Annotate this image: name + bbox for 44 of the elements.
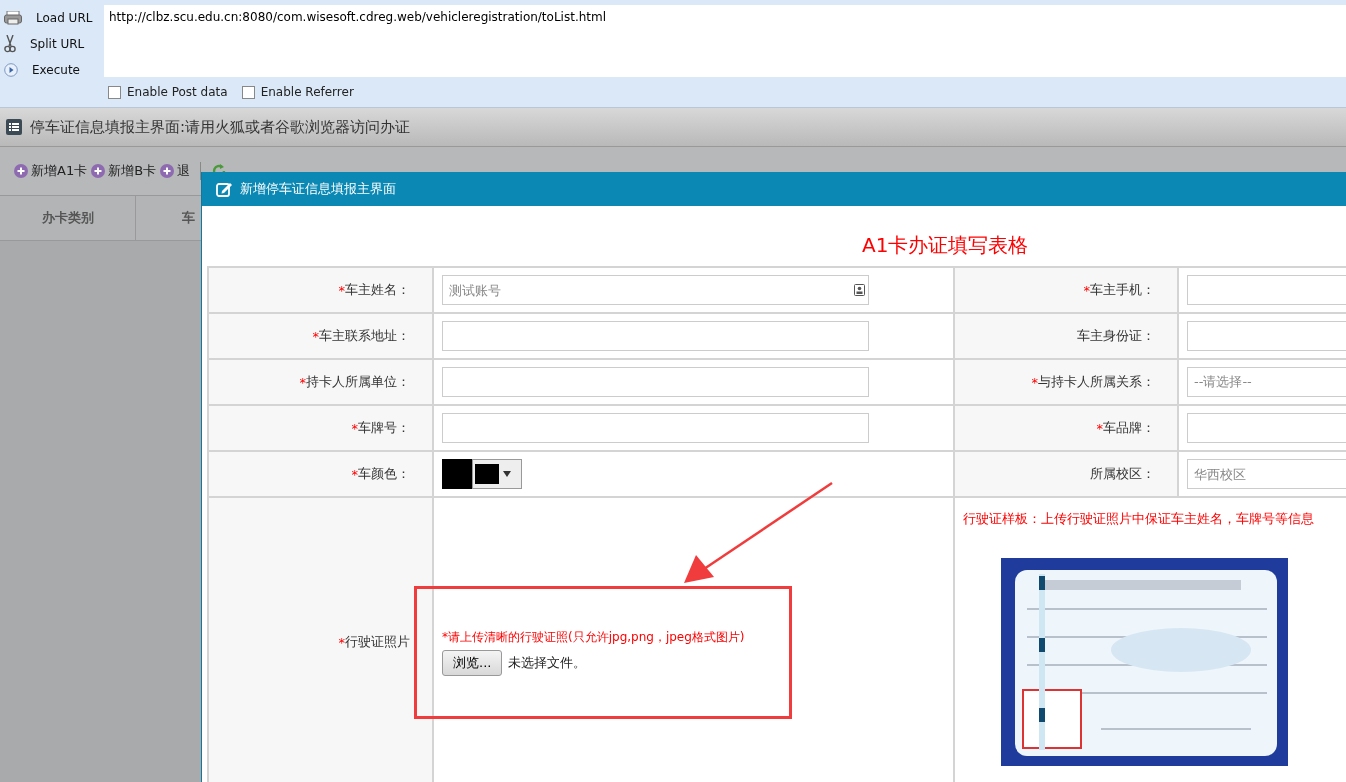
- field-label: *与持卡人所属关系：: [955, 360, 1179, 406]
- edit-icon: [216, 181, 233, 197]
- add-button[interactable]: 新增A1卡: [14, 162, 88, 180]
- add-button[interactable]: 新增B卡: [91, 162, 157, 180]
- field-label: 车主身份证：: [955, 314, 1179, 360]
- text-field[interactable]: 测试账号: [442, 275, 869, 305]
- caret-icon: [503, 471, 511, 477]
- column-header: 办卡类别: [0, 196, 136, 240]
- list-icon: [6, 119, 22, 135]
- field-label: *车颜色：: [209, 452, 434, 498]
- text-field[interactable]: [442, 413, 869, 443]
- plus-icon: [160, 164, 175, 178]
- dialog-title: 新增停车证信息填报主界面: [240, 180, 396, 198]
- color-dropdown[interactable]: [472, 459, 522, 489]
- field-label: *持卡人所属单位：: [209, 360, 434, 406]
- plus-icon: [14, 164, 28, 178]
- sample-note: 行驶证样板：上传行驶证照片中保证车主姓名，车牌号等信息: [963, 510, 1314, 528]
- field-label: 所属校区：: [955, 452, 1179, 498]
- text-field[interactable]: 华西校区: [1187, 459, 1346, 489]
- page-title: 停车证信息填报主界面:请用火狐或者谷歌浏览器访问办证: [30, 117, 411, 137]
- select-field[interactable]: --请选择--: [1187, 367, 1346, 397]
- field-label: *行驶证照片: [209, 498, 434, 782]
- field-label: *车牌号：: [209, 406, 434, 452]
- text-field[interactable]: [442, 321, 869, 351]
- option-checkbox[interactable]: Enable Referrer: [241, 85, 354, 99]
- plus-icon: [91, 164, 106, 178]
- field-label: *车主手机：: [955, 268, 1179, 314]
- load-url-button[interactable]: Load URL: [0, 8, 104, 28]
- url-field[interactable]: http://clbz.scu.edu.cn:8080/com.wisesoft.cdreg.web/vehicleregistration/toList.html: [104, 5, 1346, 77]
- upload-hint: *请上传清晰的行驶证照(只允许jpg,png，jpeg格式图片): [442, 628, 745, 646]
- browse-button[interactable]: 浏览...: [442, 649, 503, 676]
- scissors-icon: [4, 35, 16, 53]
- printer-icon: [4, 11, 22, 25]
- field-label: *车品牌：: [955, 406, 1179, 452]
- execute-url-button[interactable]: Execute: [0, 60, 104, 80]
- add-button[interactable]: 退: [160, 162, 191, 180]
- field-label: *车主姓名：: [209, 268, 434, 314]
- text-field[interactable]: [442, 367, 869, 397]
- file-status: 未选择文件。: [508, 653, 587, 672]
- play-icon: [4, 63, 18, 77]
- field-label: *车主联系地址：: [209, 314, 434, 360]
- split-url-button[interactable]: Split URL: [0, 34, 104, 54]
- form-heading: A1卡办证填写表格: [861, 232, 1030, 259]
- option-checkbox[interactable]: Enable Post data: [108, 85, 228, 99]
